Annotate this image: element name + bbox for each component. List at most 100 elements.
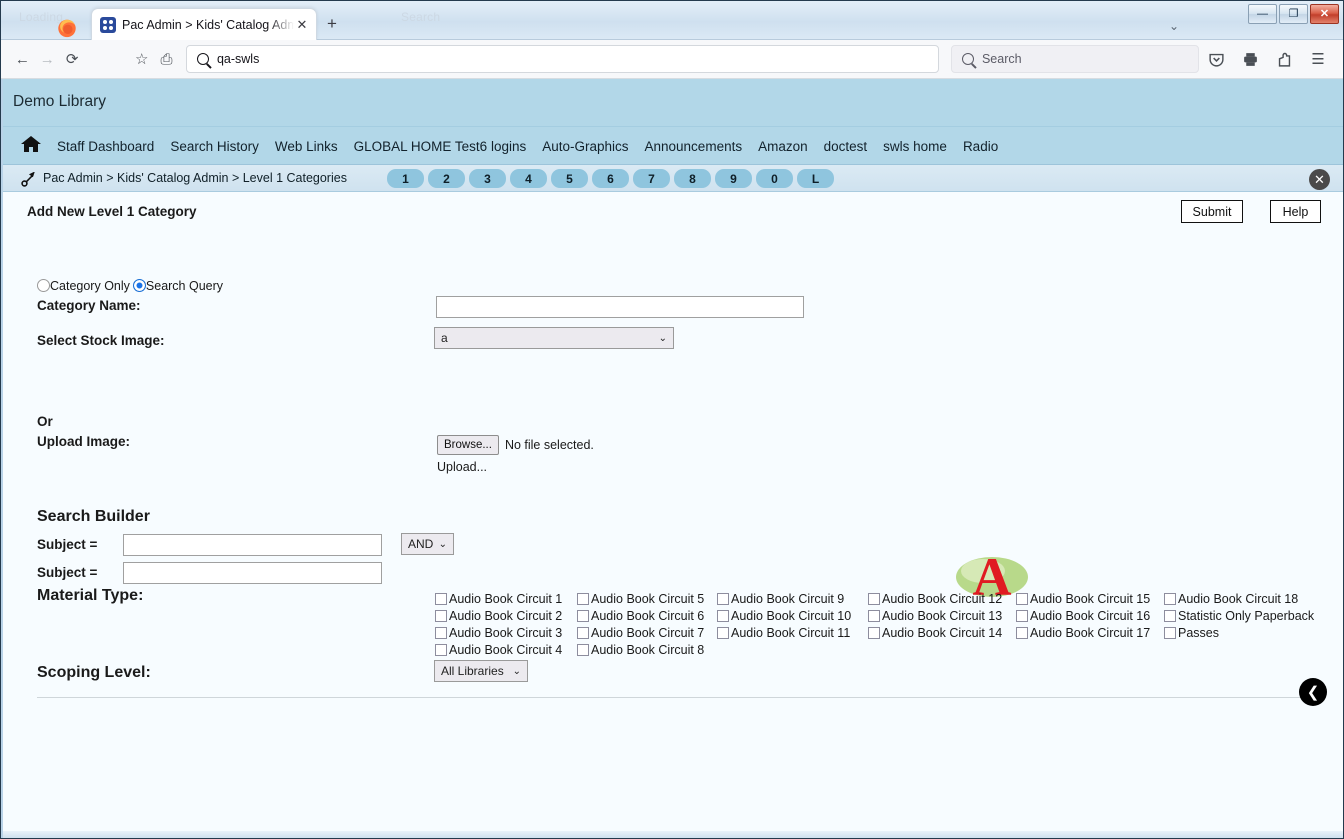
material-type-checkbox[interactable] (1016, 609, 1028, 622)
material-type-label-text: Audio Book Circuit 7 (591, 625, 705, 640)
nav-link-web-links[interactable]: Web Links (275, 139, 338, 154)
nav-link-global-home[interactable]: GLOBAL HOME Test6 logins (354, 139, 527, 154)
material-type-checkbox[interactable] (868, 609, 880, 622)
forward-button[interactable]: → (36, 45, 59, 73)
nav-link-staff-dashboard[interactable]: Staff Dashboard (57, 139, 154, 154)
material-type-checkbox[interactable] (1016, 592, 1028, 605)
browser-search-box[interactable]: Search (950, 45, 1199, 73)
back-button[interactable]: ← (11, 45, 34, 73)
checkbox-item: Audio Book Circuit 13 (868, 607, 1002, 624)
nav-link-auto-graphics[interactable]: Auto-Graphics (542, 139, 628, 154)
new-tab-button[interactable]: + (327, 15, 337, 32)
scoping-level-select[interactable]: All Libraries ⌄ (434, 660, 528, 682)
ghost-text-mid: Search (401, 10, 441, 24)
level-button-7[interactable]: 7 (633, 169, 670, 188)
material-type-label-text: Passes (1178, 625, 1219, 640)
level-button-1[interactable]: 1 (387, 169, 424, 188)
list-all-tabs-chevron-icon[interactable]: ⌄ (1169, 19, 1179, 33)
material-type-label-text: Audio Book Circuit 18 (1178, 591, 1299, 606)
minimize-button[interactable]: — (1248, 4, 1277, 24)
save-to-pocket-icon[interactable]: ⎙ (155, 45, 178, 73)
scoping-level-label: Scoping Level: (37, 664, 151, 681)
chevron-down-icon: ⌄ (512, 665, 521, 677)
subject-row-2-input[interactable] (123, 562, 382, 584)
home-icon[interactable] (21, 135, 41, 158)
category-name-input[interactable] (436, 296, 804, 318)
collapse-back-icon[interactable]: ❮ (1299, 678, 1327, 706)
extensions-icon[interactable] (1269, 45, 1299, 73)
material-type-label-text: Audio Book Circuit 10 (731, 608, 852, 623)
browser-tab[interactable]: Pac Admin > Kids' Catalog Adm ✕ (91, 8, 317, 40)
material-type-checkbox[interactable] (1016, 626, 1028, 639)
material-type-checkbox[interactable] (1164, 609, 1176, 622)
material-type-checkbox[interactable] (717, 609, 729, 622)
help-button[interactable]: Help (1270, 200, 1321, 223)
window-controls: — ❐ ✕ (1248, 4, 1339, 24)
level-button-3[interactable]: 3 (469, 169, 506, 188)
pocket-icon[interactable] (1201, 45, 1231, 73)
browse-button[interactable]: Browse... (437, 435, 499, 455)
level-button-5[interactable]: 5 (551, 169, 588, 188)
app-header: Demo Library (3, 79, 1343, 126)
bookmark-star-icon[interactable]: ☆ (130, 45, 153, 73)
material-type-column-1: Audio Book Circuit 1 Audio Book Circuit … (435, 590, 562, 658)
material-type-checkbox[interactable] (435, 592, 447, 605)
level-button-l[interactable]: L (797, 169, 834, 188)
material-type-checkbox[interactable] (717, 626, 729, 639)
stock-image-select[interactable]: a ⌄ (434, 327, 674, 349)
app-nav-bar: Staff Dashboard Search History Web Links… (3, 126, 1343, 164)
nav-link-announcements[interactable]: Announcements (645, 139, 743, 154)
material-type-checkbox[interactable] (435, 626, 447, 639)
material-type-checkbox[interactable] (577, 609, 589, 622)
tab-close-icon[interactable]: ✕ (294, 17, 310, 33)
material-type-checkbox[interactable] (868, 626, 880, 639)
material-type-checkbox[interactable] (717, 592, 729, 605)
level-button-8[interactable]: 8 (674, 169, 711, 188)
nav-link-doctest[interactable]: doctest (824, 139, 868, 154)
level-button-6[interactable]: 6 (592, 169, 629, 188)
checkbox-item: Audio Book Circuit 16 (1016, 607, 1150, 624)
material-type-label-text: Audio Book Circuit 5 (591, 591, 705, 606)
radio-category-only[interactable] (37, 279, 50, 292)
app-menu-icon[interactable]: ☰ (1303, 45, 1333, 73)
level-button-9[interactable]: 9 (715, 169, 752, 188)
material-type-checkbox[interactable] (577, 626, 589, 639)
submit-button[interactable]: Submit (1181, 200, 1243, 223)
page-title: Add New Level 1 Category (27, 204, 197, 219)
no-file-selected-label: No file selected. (504, 438, 594, 452)
close-window-button[interactable]: ✕ (1310, 4, 1339, 24)
close-panel-icon[interactable]: ✕ (1309, 169, 1330, 190)
chevron-down-icon: ⌄ (438, 538, 447, 550)
material-type-label: Material Type: (37, 587, 144, 604)
material-type-label-text: Audio Book Circuit 4 (449, 642, 563, 657)
material-type-checkbox[interactable] (1164, 626, 1176, 639)
nav-link-search-history[interactable]: Search History (170, 139, 259, 154)
checkbox-item: Audio Book Circuit 8 (577, 641, 704, 658)
reload-button[interactable]: ⟳ (61, 45, 84, 73)
subject-row-1-label: Subject = (37, 537, 98, 552)
address-bar[interactable]: qa-swls (185, 45, 939, 73)
level-button-2[interactable]: 2 (428, 169, 465, 188)
print-icon[interactable] (1235, 45, 1265, 73)
level-number-buttons: 1 2 3 4 5 6 7 8 9 0 L (387, 169, 834, 188)
maximize-button[interactable]: ❐ (1279, 4, 1308, 24)
material-type-checkbox[interactable] (435, 609, 447, 622)
material-type-checkbox[interactable] (435, 643, 447, 656)
boolean-operator-select[interactable]: AND ⌄ (401, 533, 454, 555)
material-type-label-text: Statistic Only Paperback (1178, 608, 1315, 623)
subject-row-1-input[interactable] (123, 534, 382, 556)
level-button-0[interactable]: 0 (756, 169, 793, 188)
material-type-label-text: Audio Book Circuit 2 (449, 608, 563, 623)
tab-favicon-icon (100, 16, 116, 33)
upload-action-link[interactable]: Upload... (437, 460, 487, 474)
breadcrumb-text[interactable]: Pac Admin > Kids' Catalog Admin > Level … (43, 171, 347, 185)
material-type-checkbox[interactable] (868, 592, 880, 605)
nav-link-swls-home[interactable]: swls home (883, 139, 947, 154)
material-type-checkbox[interactable] (577, 592, 589, 605)
level-button-4[interactable]: 4 (510, 169, 547, 188)
nav-link-amazon[interactable]: Amazon (758, 139, 808, 154)
material-type-checkbox[interactable] (1164, 592, 1176, 605)
material-type-checkbox[interactable] (577, 643, 589, 656)
radio-search-query[interactable] (132, 279, 146, 292)
nav-link-radio[interactable]: Radio (963, 139, 998, 154)
